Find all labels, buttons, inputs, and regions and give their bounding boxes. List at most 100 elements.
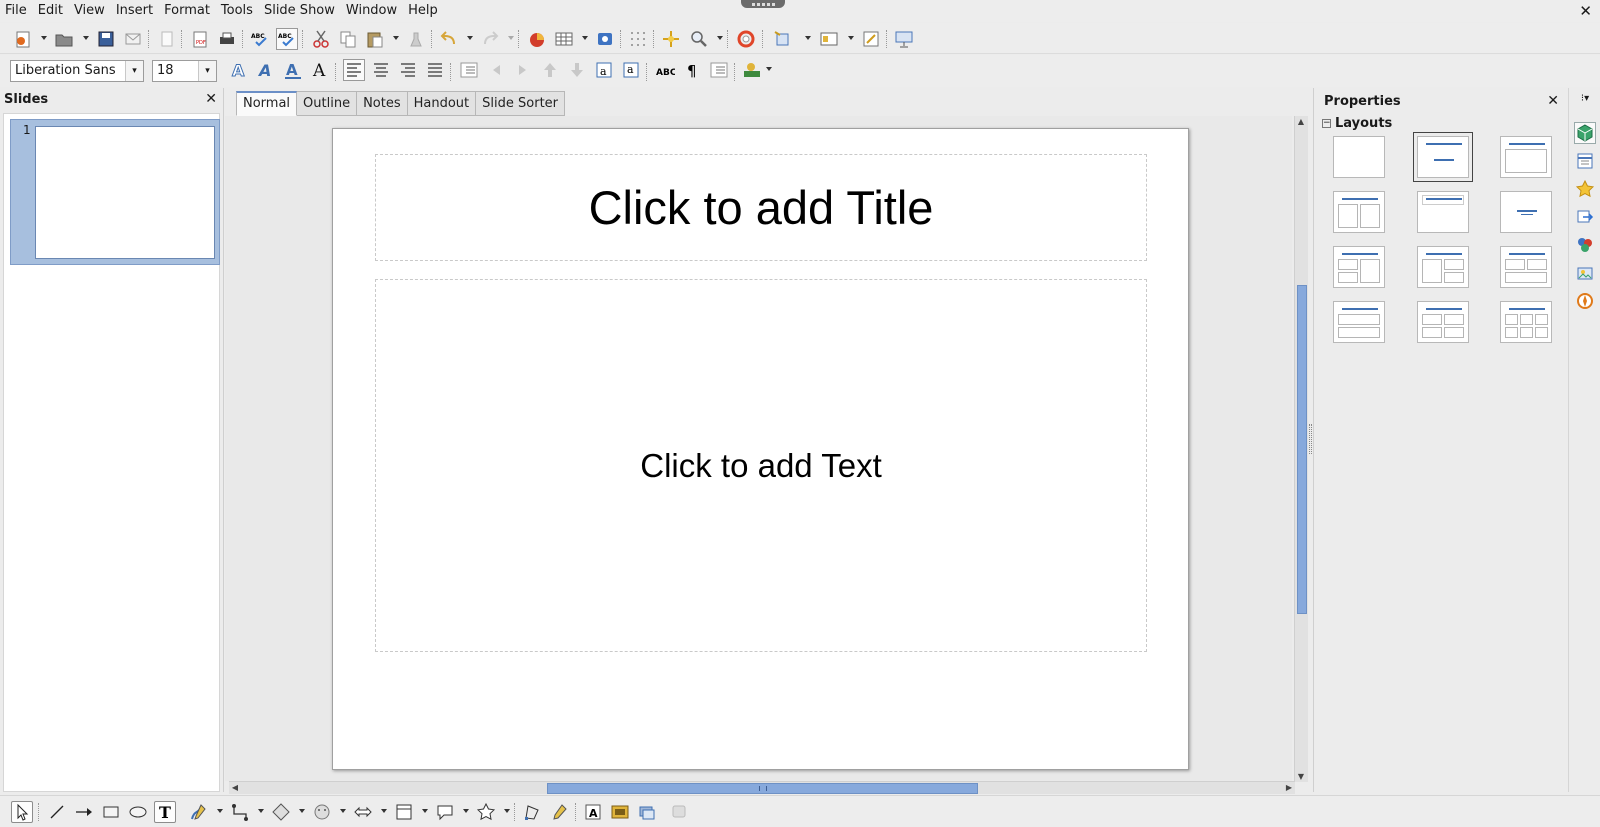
redo-icon[interactable] (479, 28, 501, 50)
extrusion-icon[interactable] (636, 801, 658, 823)
zoom-dropdown-arrow[interactable] (717, 36, 723, 40)
font-size-dropdown-icon[interactable]: ▾ (198, 61, 216, 81)
menu-view[interactable]: View (69, 0, 110, 22)
toggle-3d-icon[interactable] (668, 801, 690, 823)
move-down-icon[interactable] (566, 59, 588, 81)
tab-slide-sorter[interactable]: Slide Sorter (476, 91, 566, 116)
auto-spellcheck-icon[interactable]: ABC (276, 28, 298, 50)
demote-icon[interactable] (512, 59, 534, 81)
tab-handout[interactable]: Handout (407, 91, 477, 116)
slides-pane-close-icon[interactable]: ✕ (205, 91, 217, 107)
font-color-icon[interactable]: A (282, 59, 304, 81)
cut-icon[interactable] (310, 28, 332, 50)
points-icon[interactable] (521, 801, 543, 823)
area-style-dropdown-arrow[interactable] (766, 67, 772, 71)
master-slide-icon[interactable] (860, 28, 882, 50)
layout-blank[interactable] (1333, 136, 1385, 178)
text-outline-icon[interactable]: A (228, 59, 250, 81)
insert-image-icon[interactable] (594, 28, 616, 50)
tab-notes[interactable]: Notes (357, 91, 408, 116)
rectangle-icon[interactable] (100, 801, 122, 823)
scroll-right-icon[interactable]: ▶ (1283, 783, 1295, 792)
align-left-icon[interactable] (343, 59, 365, 81)
connector-icon[interactable] (229, 801, 251, 823)
callouts-icon[interactable] (434, 801, 456, 823)
horizontal-scroll-thumb[interactable] (547, 783, 978, 794)
symbol-shapes-dropdown-arrow[interactable] (340, 809, 346, 813)
menu-insert[interactable]: Insert (111, 0, 158, 22)
menu-slide-show[interactable]: Slide Show (259, 0, 340, 22)
paste-icon[interactable] (364, 28, 386, 50)
layout-title-6-content[interactable] (1500, 301, 1552, 343)
glue-points-icon[interactable] (549, 801, 571, 823)
basic-shapes-icon[interactable] (270, 801, 292, 823)
text-placeholder[interactable]: Click to add Text (375, 279, 1147, 652)
redo-dropdown-arrow[interactable] (508, 36, 514, 40)
block-arrows-icon[interactable] (352, 801, 374, 823)
scroll-down-icon[interactable]: ▼ (1295, 772, 1307, 781)
window-grip-handle[interactable] (741, 0, 785, 8)
zoom-icon[interactable] (688, 28, 710, 50)
transformations-dropdown-arrow[interactable] (805, 36, 811, 40)
menu-file[interactable]: File (0, 0, 32, 22)
title-placeholder[interactable]: Click to add Title (375, 154, 1147, 261)
new-dropdown-arrow[interactable] (41, 36, 47, 40)
flowchart-icon[interactable] (393, 801, 415, 823)
font-name-combobox[interactable]: Liberation Sans ▾ (10, 60, 144, 82)
line-arrow-icon[interactable] (73, 801, 95, 823)
paste-dropdown-arrow[interactable] (393, 36, 399, 40)
select-arrow-icon[interactable] (11, 801, 33, 823)
slide-thumbnail-item[interactable]: 1 (10, 119, 220, 265)
layout-centered-text[interactable] (1500, 191, 1552, 233)
undo-dropdown-arrow[interactable] (467, 36, 473, 40)
curve-icon[interactable] (188, 801, 210, 823)
properties-close-icon[interactable]: ✕ (1547, 93, 1559, 109)
new-document-icon[interactable] (12, 28, 34, 50)
menu-edit[interactable]: Edit (33, 0, 68, 22)
properties-tab-icon[interactable] (1574, 122, 1596, 144)
paragraph-icon[interactable]: ¶ (681, 59, 703, 81)
connector-dropdown-arrow[interactable] (258, 809, 264, 813)
helplines-icon[interactable] (660, 28, 682, 50)
move-up-icon[interactable] (539, 59, 561, 81)
close-document-icon[interactable]: ✕ (1579, 2, 1592, 20)
line-icon[interactable] (46, 801, 68, 823)
layout-title-only[interactable] (1417, 191, 1469, 233)
scroll-up-icon[interactable]: ▲ (1295, 117, 1307, 126)
tab-normal[interactable]: Normal (236, 91, 298, 116)
start-slideshow-icon[interactable] (893, 28, 915, 50)
block-arrows-dropdown-arrow[interactable] (381, 809, 387, 813)
basic-shapes-dropdown-arrow[interactable] (299, 809, 305, 813)
align-right-icon[interactable] (397, 59, 419, 81)
layouts-section-header[interactable]: − Layouts (1322, 116, 1392, 131)
undo-icon[interactable] (438, 28, 460, 50)
save-icon[interactable] (95, 28, 117, 50)
text-shadow-icon[interactable]: A (255, 59, 277, 81)
open-folder-icon[interactable] (53, 28, 75, 50)
font-size-combobox[interactable]: 18 ▾ (152, 60, 217, 82)
sidebar-menu-icon[interactable]: ⁝▾ (1574, 92, 1596, 104)
font-icon[interactable]: A (309, 59, 331, 81)
menu-format[interactable]: Format (159, 0, 215, 22)
scroll-left-icon[interactable]: ◀ (229, 783, 241, 792)
display-views-dropdown-arrow[interactable] (848, 36, 854, 40)
help-icon[interactable] (735, 28, 757, 50)
layout-title-content-and-2-content[interactable] (1417, 246, 1469, 288)
layout-title-content[interactable] (1500, 136, 1552, 178)
slide-thumbnail[interactable] (35, 126, 215, 259)
layout-title-2-content-and-content[interactable] (1333, 246, 1385, 288)
styles-tab-icon[interactable] (1574, 234, 1596, 256)
menu-window[interactable]: Window (341, 0, 402, 22)
gallery-tab-icon[interactable] (1574, 262, 1596, 284)
copy-icon[interactable] (337, 28, 359, 50)
layout-title-2-content-over-content[interactable] (1500, 246, 1552, 288)
curve-dropdown-arrow[interactable] (217, 809, 223, 813)
symbol-shapes-icon[interactable] (311, 801, 333, 823)
insert-table-icon[interactable] (553, 28, 575, 50)
superscript-icon[interactable]: a (593, 59, 615, 81)
custom-animation-tab-icon[interactable] (1574, 178, 1596, 200)
transformations-icon[interactable] (771, 28, 793, 50)
stars-dropdown-arrow[interactable] (504, 809, 510, 813)
fontwork-icon[interactable]: A (582, 801, 604, 823)
vertical-scroll-thumb[interactable] (1297, 285, 1307, 614)
